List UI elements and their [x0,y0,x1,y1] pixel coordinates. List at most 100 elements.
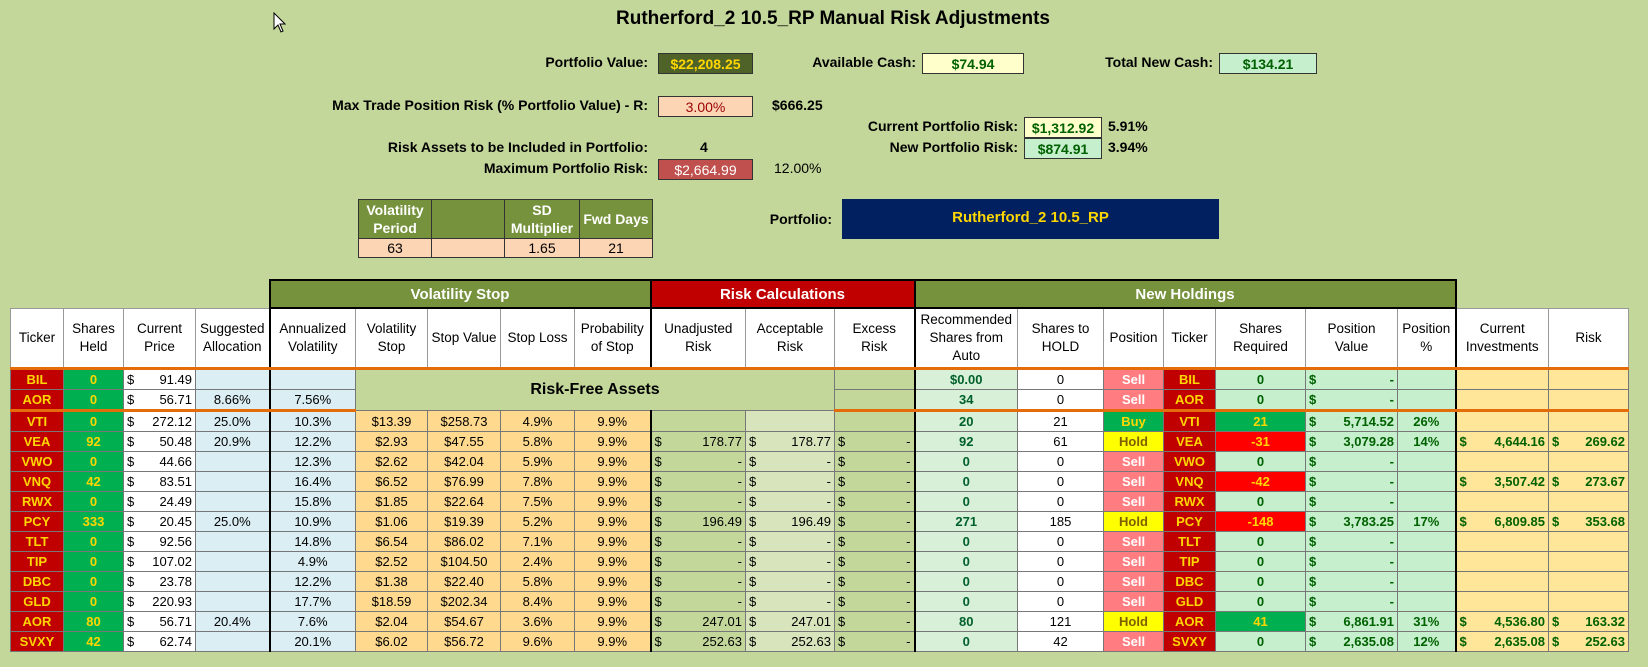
ticker-cell[interactable]: DBC [10,571,64,592]
column-header: Acceptable Risk [745,307,835,369]
ticker-cell[interactable]: SVXY [10,631,64,652]
price-cell: $91.49 [123,367,196,390]
ticker-cell[interactable]: TLT [10,531,64,552]
portfolio-value[interactable]: $22,208.25 [658,53,753,74]
excess-risk-cell: $ - [834,571,915,592]
ticker-cell: TIP [1163,551,1216,572]
excess-risk-cell: $ - [834,431,915,452]
volatility-stop-cell: $6.52 [355,471,428,492]
holding-row: TIP 0 $107.02 4.9% $2.52 $104.50 2.4% 9.9% $ - $ - $… [10,551,1629,572]
position-cell: Sell [1103,531,1164,552]
shares-to-hold-cell[interactable]: 0 [1017,591,1104,612]
ticker-cell: DBC [1163,571,1216,592]
unadjusted-risk-cell: $ - [649,591,746,612]
portfolio-name-banner[interactable]: Rutherford_2 10.5_RP [842,199,1219,239]
holding-row: GLD 0 $220.93 17.7% $18.59 $202.34 8.4% 9.9% $ - $… [10,591,1629,612]
max-trade-value[interactable]: 3.00% [658,96,753,117]
column-header: Probability of Stop [574,307,651,369]
column-header: Excess Risk [834,307,915,369]
recommended-shares-cell: 20 [913,410,1018,432]
shares-held-cell: 42 [63,471,124,492]
shares-to-hold-cell[interactable]: 0 [1017,551,1104,572]
current-investment-cell [1454,451,1549,472]
volatility-cell [268,367,356,390]
recommended-shares-cell: 0 [913,631,1018,652]
excess-risk-cell: $ - [834,531,915,552]
params-table: Volatility Period SD Multiplier Fwd Days… [358,199,653,258]
total-new-cash-value[interactable]: $134.21 [1219,53,1317,74]
recommended-shares-cell: 0 [913,491,1018,512]
shares-to-hold-cell[interactable]: 121 [1017,611,1104,632]
acceptable-risk-cell: $178.77 [745,431,835,452]
risk-cell [1548,410,1629,432]
holding-row: RWX 0 $24.49 15.8% $1.85 $22.64 7.5% 9.9% $ - $ - $ -… [10,491,1629,512]
position-pct-cell: 31% [1397,611,1456,632]
price-cell: $24.49 [123,491,196,512]
ticker-cell[interactable]: BIL [10,367,64,390]
new-risk-value[interactable]: $874.91 [1024,138,1102,159]
shares-to-hold-cell[interactable]: 0 [1017,451,1104,472]
ticker-cell[interactable]: RWX [10,491,64,512]
holding-row: VNQ 42 $83.51 16.4% $6.52 $76.99 7.8% 9.9% $ - $ - $… [10,471,1629,492]
shares-to-hold-cell[interactable]: 0 [1017,389,1104,412]
stop-value-cell: $47.55 [427,431,501,452]
shares-held-cell: 0 [63,367,124,390]
ticker-cell[interactable]: VNQ [10,471,64,492]
vol-period-value[interactable]: 63 [358,238,432,258]
acceptable-risk-cell: $ - [745,491,835,512]
fwd-days-value[interactable]: 21 [579,238,653,258]
shares-to-hold-cell[interactable]: 21 [1017,410,1104,432]
sd-multiplier-header: SD Multiplier [504,199,580,239]
current-risk-value[interactable]: $1,312.92 [1024,117,1102,138]
portfolio-value-label: Portfolio Value: [545,54,648,70]
ticker-cell[interactable]: PCY [10,511,64,532]
holding-row: VTI 0 $272.12 25.0% 10.3% $13.39 $258.73 4.9% 9.… [10,410,1629,432]
ticker-cell[interactable]: VWO [10,451,64,472]
shares-to-hold-cell[interactable]: 185 [1017,511,1104,532]
max-trade-label: Max Trade Position Risk (% Portfolio Val… [332,97,648,113]
risk-free-label: Risk-Free Assets [355,367,835,411]
ticker-cell[interactable]: TIP [10,551,64,572]
volatility-cell: 10.3% [268,410,356,432]
available-cash-value[interactable]: $74.94 [922,53,1024,74]
stop-value-cell: $22.64 [427,491,501,512]
volatility-cell: 17.7% [268,591,356,612]
shares-to-hold-cell[interactable]: 0 [1017,571,1104,592]
ticker-cell[interactable]: VTI [10,410,64,432]
column-header: Ticker [10,307,64,369]
position-cell: Sell [1103,631,1164,652]
sd-multiplier-value[interactable]: 1.65 [504,238,580,258]
stop-loss-cell: 5.9% [500,451,575,472]
volatility-stop-cell: $2.93 [355,431,428,452]
position-cell: Sell [1103,491,1164,512]
price-cell: $62.74 [123,631,196,652]
probability-cell: 9.9% [574,631,651,652]
risk-cell: $353.68 [1548,511,1629,532]
shares-to-hold-cell[interactable]: 0 [1017,367,1104,390]
stop-value-cell: $54.67 [427,611,501,632]
volatility-cell: 10.9% [268,511,356,532]
acceptable-risk-cell: $ - [745,531,835,552]
ticker-cell[interactable]: AOR [10,389,64,412]
column-header: Risk [1548,307,1629,369]
acceptable-risk-cell: $247.01 [745,611,835,632]
volatility-stop-cell: $6.02 [355,631,428,652]
shares-required-cell: 0 [1215,389,1306,412]
shares-to-hold-cell[interactable]: 0 [1017,471,1104,492]
ticker-cell[interactable]: VEA [10,431,64,452]
holding-row: DBC 0 $23.78 12.2% $1.38 $22.40 5.8% 9.9% $ - $ - $ -… [10,571,1629,592]
holding-row: AOR 80 $56.71 20.4% 7.6% $2.04 $54.67 3.6% 9.9% $… [10,611,1629,632]
current-investment-cell: $3,507.42 [1454,471,1549,492]
volatility-cell: 12.2% [268,431,356,452]
ticker-cell: GLD [1163,591,1216,612]
stop-value-cell: $258.73 [427,410,501,432]
shares-required-cell: 41 [1215,611,1306,632]
shares-to-hold-cell[interactable]: 61 [1017,431,1104,452]
position-pct-cell: 12% [1397,631,1456,652]
max-portfolio-risk-value[interactable]: $2,664.99 [658,159,753,180]
shares-to-hold-cell[interactable]: 0 [1017,531,1104,552]
shares-to-hold-cell[interactable]: 0 [1017,491,1104,512]
shares-to-hold-cell[interactable]: 42 [1017,631,1104,652]
ticker-cell[interactable]: AOR [10,611,64,632]
ticker-cell[interactable]: GLD [10,591,64,612]
